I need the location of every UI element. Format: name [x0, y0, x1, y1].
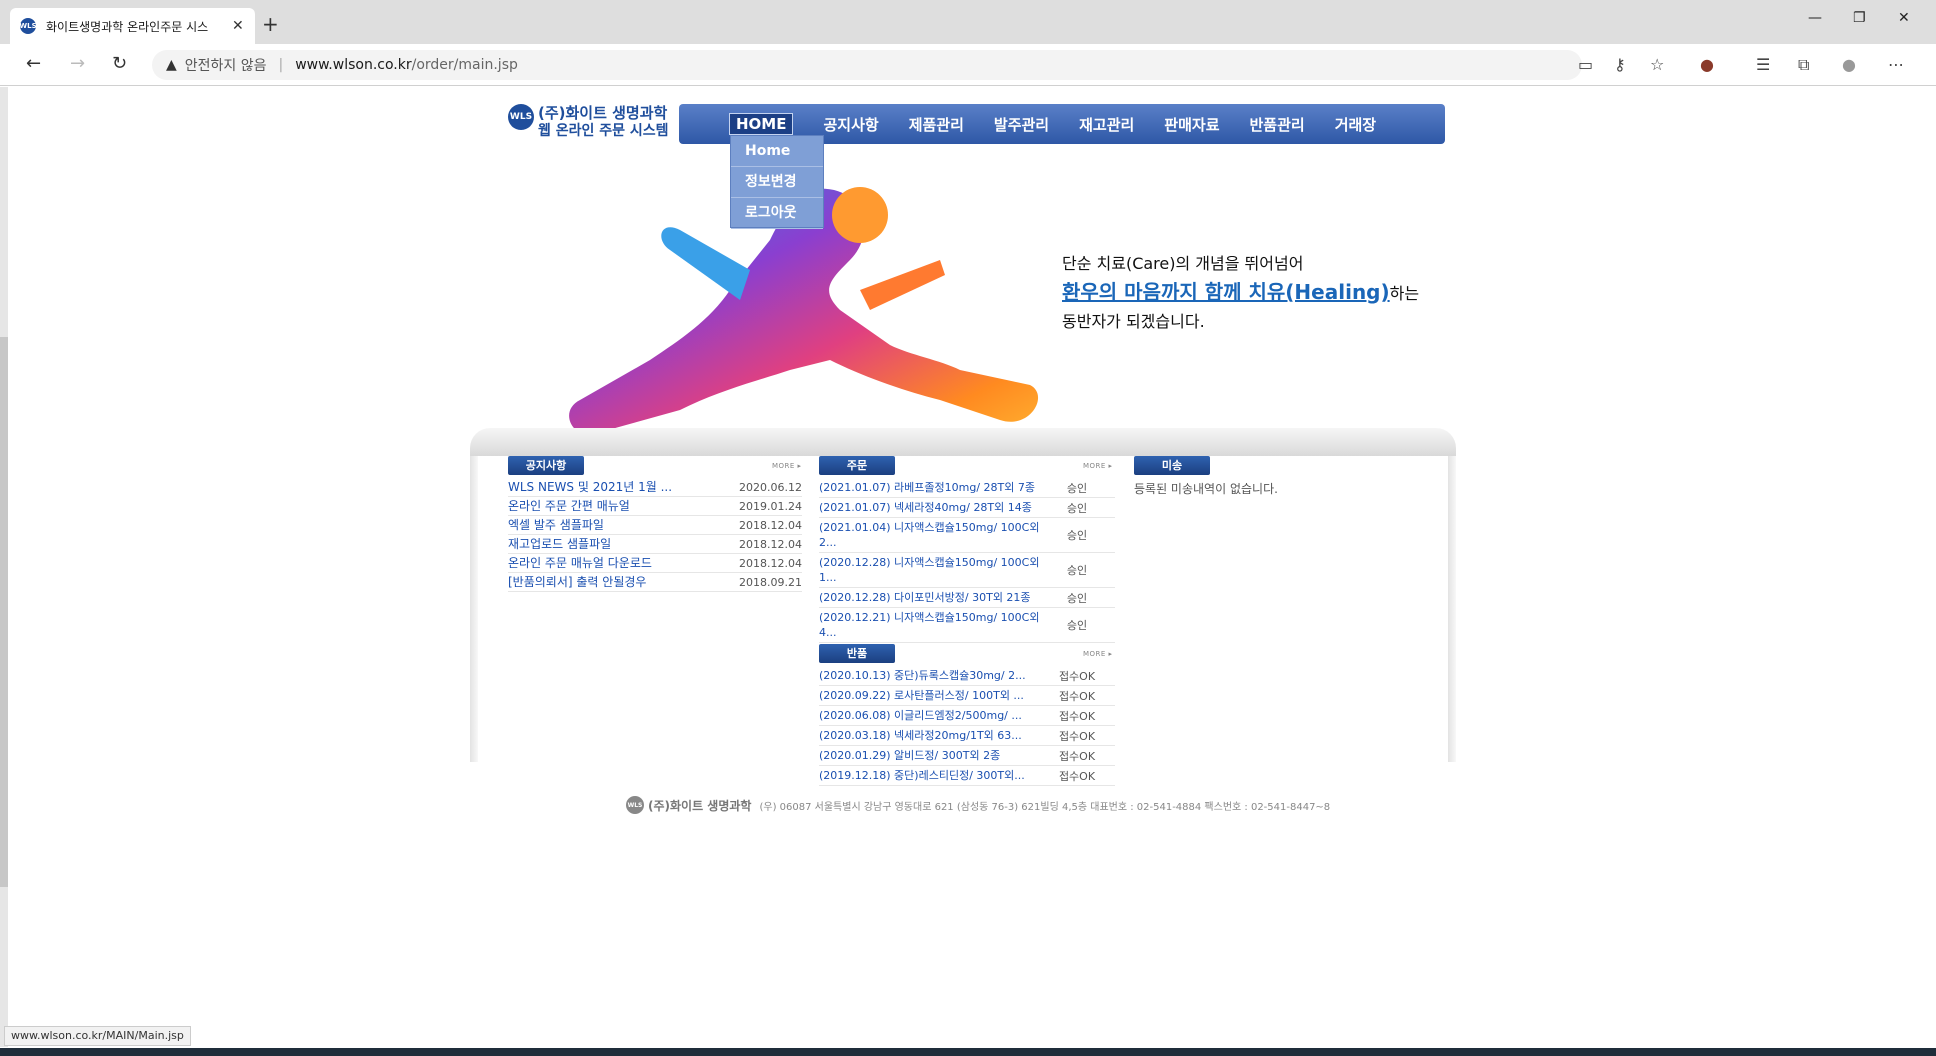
restore-icon[interactable]: ❐: [1853, 10, 1866, 26]
nav-notice[interactable]: 공지사항: [823, 114, 878, 135]
hero-tagline: 단순 치료(Care)의 개념을 뛰어넘어 환우의 마음까지 함께 치유(Hea…: [1062, 250, 1419, 336]
footer-logo-icon: WLS: [626, 796, 644, 814]
returns-title: 반품: [819, 644, 895, 663]
table-row[interactable]: (2020.03.18) 넥세라정20mg/1T외 63... 접수OK: [819, 726, 1115, 746]
table-row[interactable]: (2021.01.04) 니자액스캡슐150mg/ 100C외 2... 승인: [819, 518, 1115, 553]
table-row[interactable]: (2020.12.28) 다이포민서방정/ 30T외 21종 승인: [819, 588, 1115, 608]
page-footer: WLS (주)화이트 생명과학 (우) 06087 서울특별시 강남구 영동대로…: [626, 796, 1330, 814]
tagline-highlight: 환우의 마음까지 함께 치유(Healing): [1062, 280, 1390, 304]
nav-sales-data[interactable]: 판매자료: [1164, 114, 1219, 135]
warning-icon: ▲: [166, 57, 177, 73]
dropdown-item-home[interactable]: Home: [731, 136, 823, 167]
orders-list: (2021.01.07) 라베프졸정10mg/ 28T외 7종 승인 (2021.…: [819, 478, 1115, 643]
extension-icon[interactable]: ●: [1700, 55, 1714, 74]
frame-right-edge: [1448, 456, 1456, 762]
tagline-line1: 단순 치료(Care)의 개념을 뛰어넘어: [1062, 254, 1304, 273]
dropdown-item-edit-info[interactable]: 정보변경: [731, 167, 823, 198]
logo-system-name: 웹 온라인 주문 시스템: [538, 123, 669, 139]
scrollbar-thumb[interactable]: [0, 337, 8, 887]
home-dropdown-menu: Home 정보변경 로그아웃: [730, 135, 824, 229]
browser-titlebar: WLS 화이트생명과학 온라인주문 시스 ✕ + — ❐ ✕: [0, 0, 1936, 44]
tagline-suffix: 하는: [1389, 284, 1420, 303]
site-favicon-icon: WLS: [19, 18, 37, 34]
blocked-popup-icon[interactable]: ▭: [1578, 55, 1593, 74]
collections-icon[interactable]: ⧉: [1798, 55, 1809, 75]
page-scrollbar[interactable]: [0, 87, 8, 1047]
footer-company-name: (주)화이트 생명과학: [648, 798, 752, 813]
frame-left-edge: [470, 456, 478, 762]
notice-title: 공지사항: [508, 456, 584, 475]
table-row[interactable]: (2020.12.28) 니자액스캡슐150mg/ 100C외 1... 승인: [819, 553, 1115, 588]
favorites-list-icon[interactable]: ☰: [1756, 55, 1770, 74]
orders-more-link[interactable]: MORE ▸: [1083, 462, 1113, 470]
favorite-star-icon[interactable]: ☆: [1650, 55, 1664, 74]
undelivered-title: 미송: [1134, 456, 1210, 475]
back-icon[interactable]: ←: [26, 53, 41, 74]
table-row[interactable]: (2020.12.21) 니자액스캡슐150mg/ 100C외 4... 승인: [819, 608, 1115, 643]
table-row[interactable]: (2021.01.07) 넥세라정40mg/ 28T외 14종 승인: [819, 498, 1115, 518]
table-row[interactable]: (2020.10.13) 중단)듀록스캡슐30mg/ 2... 접수OK: [819, 666, 1115, 686]
key-icon[interactable]: ⚷: [1614, 55, 1626, 74]
list-item[interactable]: 엑셀 발주 샘플파일 2018.12.04: [508, 516, 802, 535]
nav-inventory[interactable]: 재고관리: [1079, 114, 1134, 135]
list-item[interactable]: 온라인 주문 간편 매뉴얼 2019.01.24: [508, 497, 802, 516]
more-menu-icon[interactable]: ⋯: [1888, 55, 1904, 74]
tab-title: 화이트생명과학 온라인주문 시스: [46, 19, 209, 34]
site-logo[interactable]: WLS (주)화이트 생명과학 웹 온라인 주문 시스템: [508, 104, 669, 140]
list-item[interactable]: 재고업로드 샘플파일 2018.12.04: [508, 535, 802, 554]
table-row[interactable]: (2019.12.18) 중단)레스티딘정/ 300T외... 접수OK: [819, 766, 1115, 786]
close-window-icon[interactable]: ✕: [1898, 10, 1910, 26]
dropdown-item-logout[interactable]: 로그아웃: [731, 198, 823, 229]
tagline-line3: 동반자가 되겠습니다.: [1062, 312, 1205, 331]
table-row[interactable]: (2020.01.29) 알비드정/ 300T외 2종 접수OK: [819, 746, 1115, 766]
list-item[interactable]: [반품의뢰서] 출력 안될경우 2018.09.21: [508, 573, 802, 592]
address-bar[interactable]: ▲ 안전하지 않음 | www.wlson.co.kr /order/main.…: [152, 50, 1582, 80]
url-separator: |: [278, 57, 284, 73]
nav-returns[interactable]: 반품관리: [1250, 114, 1305, 135]
nav-home[interactable]: HOME: [729, 113, 794, 135]
status-bar-url: www.wlson.co.kr/MAIN/Main.jsp: [4, 1026, 191, 1046]
logo-company-name: (주)화이트 생명과학: [538, 104, 668, 122]
undelivered-empty-text: 등록된 미송내역이 없습니다.: [1134, 482, 1278, 496]
nav-ledger[interactable]: 거래장: [1335, 114, 1376, 135]
footer-address: (우) 06087 서울특별시 강남구 영동대로 621 (삼성동 76-3) …: [759, 801, 1331, 813]
insecure-label: 안전하지 않음: [184, 58, 267, 74]
frame-top-bar: [470, 428, 1456, 456]
notice-more-link[interactable]: MORE ▸: [772, 462, 802, 470]
nav-orders[interactable]: 발주관리: [994, 114, 1049, 135]
forward-icon[interactable]: →: [70, 53, 85, 74]
list-item[interactable]: 온라인 주문 매뉴얼 다운로드 2018.12.04: [508, 554, 802, 573]
table-row[interactable]: (2020.06.08) 이글리드엠정2/500mg/ ... 접수OK: [819, 706, 1115, 726]
table-row[interactable]: (2020.09.22) 로사탄플러스정/ 100T외 ... 접수OK: [819, 686, 1115, 706]
wls-logo-icon: WLS: [508, 104, 534, 130]
returns-more-link[interactable]: MORE ▸: [1083, 650, 1113, 658]
new-tab-icon[interactable]: +: [262, 12, 279, 36]
url-path: /order/main.jsp: [411, 57, 518, 73]
list-item[interactable]: WLS NEWS 및 2021년 1월 ... 2020.06.12: [508, 478, 802, 497]
url-host: www.wlson.co.kr: [295, 57, 412, 73]
os-taskbar: [0, 1048, 1936, 1056]
orders-title: 주문: [819, 456, 895, 475]
table-row[interactable]: (2021.01.07) 라베프졸정10mg/ 28T외 7종 승인: [819, 478, 1115, 498]
minimize-icon[interactable]: —: [1808, 10, 1822, 26]
profile-avatar-icon[interactable]: ●: [1842, 55, 1856, 74]
browser-tab[interactable]: WLS 화이트생명과학 온라인주문 시스 ✕: [10, 8, 255, 44]
refresh-icon[interactable]: ↻: [112, 53, 127, 74]
returns-list: (2020.10.13) 중단)듀록스캡슐30mg/ 2... 접수OK (202…: [819, 666, 1115, 786]
browser-toolbar: ← → ↻ ▲ 안전하지 않음 | www.wlson.co.kr /order…: [0, 44, 1936, 86]
tab-close-icon[interactable]: ✕: [232, 18, 244, 34]
nav-products[interactable]: 제품관리: [909, 114, 964, 135]
content-frame: 공지사항 MORE ▸ WLS NEWS 및 2021년 1월 ... 2020.…: [470, 428, 1456, 786]
notice-list: WLS NEWS 및 2021년 1월 ... 2020.06.12 온라인 주문…: [508, 478, 802, 592]
